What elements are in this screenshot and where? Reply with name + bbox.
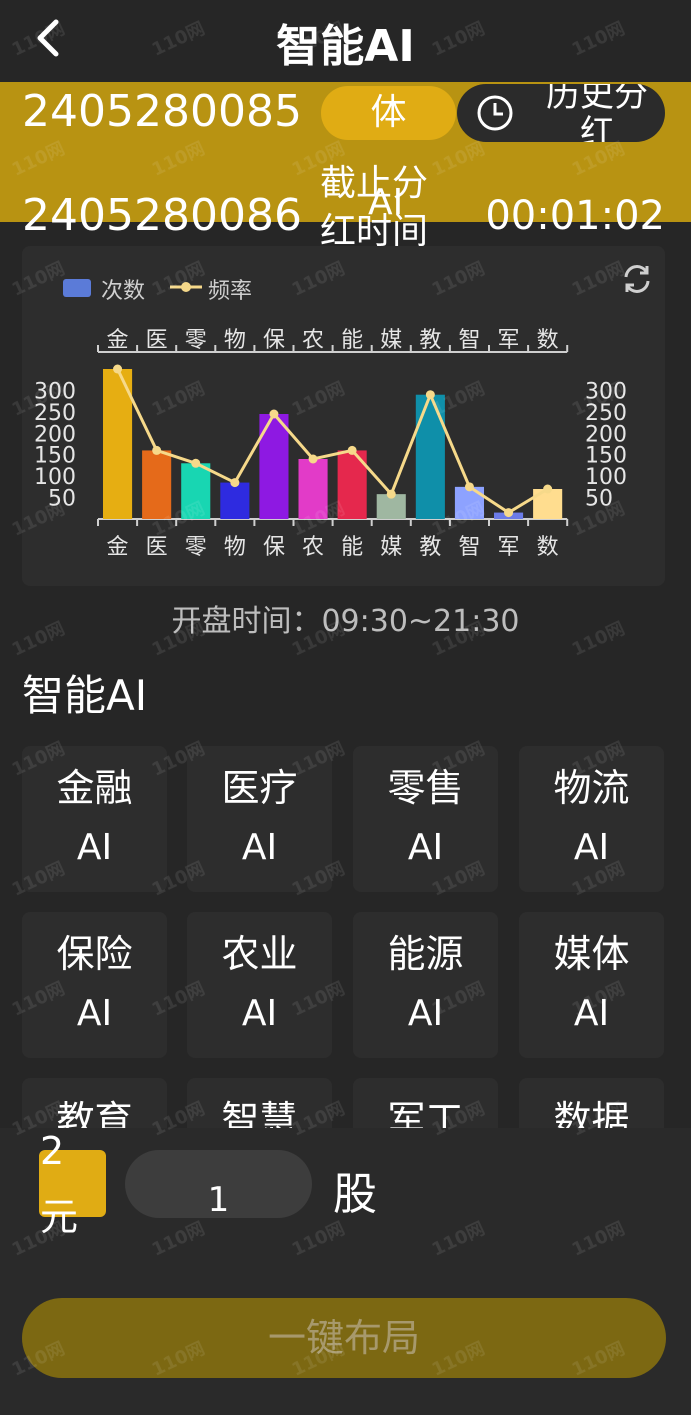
y-tick-right: 150 [585, 444, 627, 469]
ai-tile-name: 物流 [553, 766, 630, 810]
ai-tile-name: 零售 [387, 766, 464, 810]
ai-tile-sub: AI [76, 993, 113, 1034]
one-click-layout-button[interactable]: 一键布局 [22, 1298, 666, 1378]
ai-tile-name: 医疗 [221, 766, 298, 810]
ai-tile[interactable]: 医疗 AI [187, 746, 332, 892]
y-tick-left: 50 [48, 487, 76, 512]
chart-bar [298, 459, 328, 519]
y-tick-right: 250 [585, 401, 627, 426]
y-tick-left: 200 [34, 422, 76, 447]
y-tick-right: 50 [585, 487, 613, 512]
category-label-top: 能 [341, 328, 363, 353]
frequency-point [269, 409, 279, 419]
ai-tile-name: 农业 [221, 932, 298, 976]
ai-tile-sub: AI [573, 827, 610, 868]
category-label-bottom: 能 [341, 535, 363, 560]
category-label-top: 金 [107, 328, 129, 353]
category-label-top: 军 [498, 328, 520, 353]
category-label-bottom: 军 [498, 535, 520, 560]
category-label-bottom: 智 [458, 535, 480, 560]
chart-bar [181, 463, 211, 519]
chart-bar [454, 486, 484, 519]
y-tick-right: 300 [585, 379, 627, 404]
category-label-top: 物 [224, 328, 246, 353]
category-label-bottom: 数 [537, 535, 559, 560]
frequency-point [152, 445, 162, 455]
category-label-top: 媒 [380, 328, 402, 353]
y-tick-right: 200 [585, 422, 627, 447]
ai-tile[interactable]: 媒体 AI [519, 912, 664, 1058]
category-label-top: 农 [302, 328, 324, 353]
chart-bar [142, 450, 172, 519]
ai-tile-sub: AI [241, 827, 278, 868]
chart-bar [220, 482, 250, 519]
category-label-bottom: 农 [302, 535, 324, 560]
ai-tile-name: 媒体 [553, 932, 630, 976]
ai-tile-sub: AI [76, 827, 113, 868]
category-label-top: 智 [458, 328, 480, 353]
category-label-bottom: 物 [224, 535, 246, 560]
frequency-point [191, 458, 201, 468]
price-label: 2元 [40, 1129, 79, 1239]
ai-tile[interactable]: 保险 AI [22, 912, 167, 1058]
category-label-bottom: 医 [146, 535, 168, 560]
category-label-bottom: 零 [185, 535, 207, 560]
y-tick-right: 100 [585, 465, 627, 490]
category-label-top: 教 [419, 328, 441, 353]
quantity-input[interactable]: 1 [125, 1150, 312, 1220]
category-label-top: 零 [185, 328, 207, 353]
category-label-top: 数 [537, 328, 559, 353]
ai-tile[interactable]: 能源 AI [353, 912, 498, 1058]
frequency-point [230, 478, 240, 488]
ai-tile-sub: AI [407, 993, 444, 1034]
category-label-bottom: 保 [263, 535, 285, 560]
frequency-point [543, 484, 553, 494]
category-label-bottom: 媒 [380, 535, 402, 560]
ai-tile[interactable]: 零售 AI [353, 746, 498, 892]
frequency-point [464, 482, 474, 492]
unit-label: 股 [333, 1169, 377, 1220]
frequency-point [504, 508, 514, 518]
chart-bar [415, 394, 445, 519]
frequency-point [347, 445, 357, 455]
y-tick-left: 100 [34, 465, 76, 490]
category-label-top: 保 [263, 328, 285, 353]
category-label-bottom: 教 [419, 535, 441, 560]
y-tick-left: 150 [34, 444, 76, 469]
open-time-text: 开盘时间：09:30~21:30 [171, 604, 520, 639]
ai-tile[interactable]: 物流 AI [519, 746, 664, 892]
ai-tile-sub: AI [241, 993, 278, 1034]
y-tick-left: 300 [34, 379, 76, 404]
bar-line-chart: 金金医医零零物物保保农农能能媒媒教教智智军军数数 50 50 100 100 150 150… [0, 0, 691, 600]
frequency-point [308, 454, 318, 464]
ai-tile-name: 保险 [56, 932, 133, 976]
category-label-top: 医 [146, 328, 168, 353]
frequency-point [113, 364, 123, 374]
ai-tile-name: 金融 [56, 766, 133, 810]
frequency-point [425, 390, 435, 400]
section-title: 智能AI [22, 671, 148, 720]
ai-tile[interactable]: 金融 AI [22, 746, 167, 892]
ai-tile-sub: AI [407, 827, 444, 868]
y-tick-left: 250 [34, 401, 76, 426]
frequency-point [386, 489, 396, 499]
ai-tile[interactable]: 农业 AI [187, 912, 332, 1058]
category-label-bottom: 金 [107, 535, 129, 560]
ai-tile-name: 能源 [387, 932, 464, 976]
ai-tile-sub: AI [573, 993, 610, 1034]
